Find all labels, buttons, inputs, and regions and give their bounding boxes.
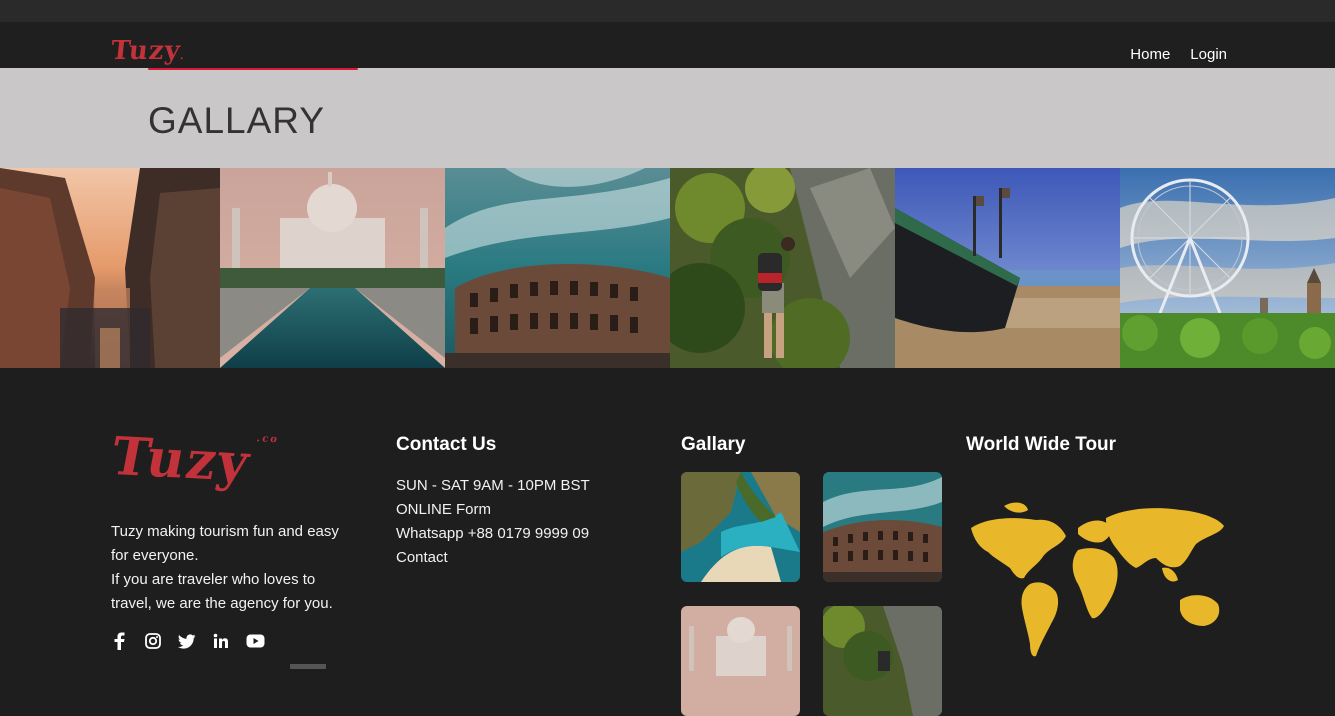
nav-home-link[interactable]: Home — [1130, 46, 1170, 63]
gallery-image-hiker[interactable] — [670, 168, 895, 368]
contact-list: SUN - SAT 9AM - 10PM BST ONLINE Form Wha… — [396, 474, 590, 570]
nav-links: Home Login — [1130, 46, 1227, 63]
gallery-image-colosseum[interactable] — [445, 168, 670, 368]
gallery-image-venice[interactable] — [0, 168, 220, 368]
footer-gallery-thumb-hiker[interactable] — [823, 606, 942, 716]
youtube-icon[interactable] — [245, 631, 265, 651]
contact-whatsapp[interactable]: Whatsapp +88 0179 9999 09 — [396, 522, 590, 546]
gallery-image-boat[interactable] — [895, 168, 1120, 368]
footer-gallery-title: Gallary — [681, 434, 746, 455]
footer-gallery-thumb-taj-mahal[interactable] — [681, 606, 800, 716]
contact-online-form-link[interactable]: ONLINE Form — [396, 498, 590, 522]
footer: Tuzy.co Tuzy making tourism fun and easy… — [0, 368, 1335, 716]
instagram-icon[interactable] — [143, 631, 163, 651]
footer-gallery-thumb-colosseum[interactable] — [823, 472, 942, 582]
navbar: Tuzy. Home Login — [0, 22, 1335, 68]
browser-top-strip — [0, 0, 1335, 22]
contact-link[interactable]: Contact — [396, 546, 590, 570]
gallery-strip — [0, 168, 1335, 368]
world-map-image — [966, 488, 1231, 666]
hero-accent-line — [148, 68, 358, 70]
footer-description-line: travel, we are the agency for you. — [111, 595, 333, 612]
nav-logo[interactable]: Tuzy. — [109, 36, 186, 66]
gallery-image-london-eye[interactable] — [1120, 168, 1335, 368]
footer-description-line: If you are traveler who loves to — [111, 571, 316, 588]
horizontal-scrollbar-thumb[interactable] — [290, 664, 326, 669]
contact-title: Contact Us — [396, 434, 497, 455]
footer-description: Tuzy making tourism fun and easy for eve… — [111, 520, 361, 616]
world-tour-title: World Wide Tour — [966, 434, 1117, 455]
social-links — [109, 631, 265, 651]
contact-hours: SUN - SAT 9AM - 10PM BST — [396, 477, 590, 494]
footer-description-line: Tuzy making tourism fun and easy — [111, 523, 339, 540]
nav-login-link[interactable]: Login — [1190, 46, 1227, 63]
footer-gallery-thumb-beach[interactable] — [681, 472, 800, 582]
page-title: GALLARY — [148, 100, 326, 141]
footer-description-line: for everyone. — [111, 547, 199, 564]
page-hero: GALLARY — [0, 68, 1335, 168]
footer-logo[interactable]: Tuzy.co — [106, 426, 280, 495]
facebook-icon[interactable] — [109, 631, 129, 651]
gallery-image-taj-mahal[interactable] — [220, 168, 445, 368]
twitter-icon[interactable] — [177, 631, 197, 651]
linkedin-icon[interactable] — [211, 631, 231, 651]
